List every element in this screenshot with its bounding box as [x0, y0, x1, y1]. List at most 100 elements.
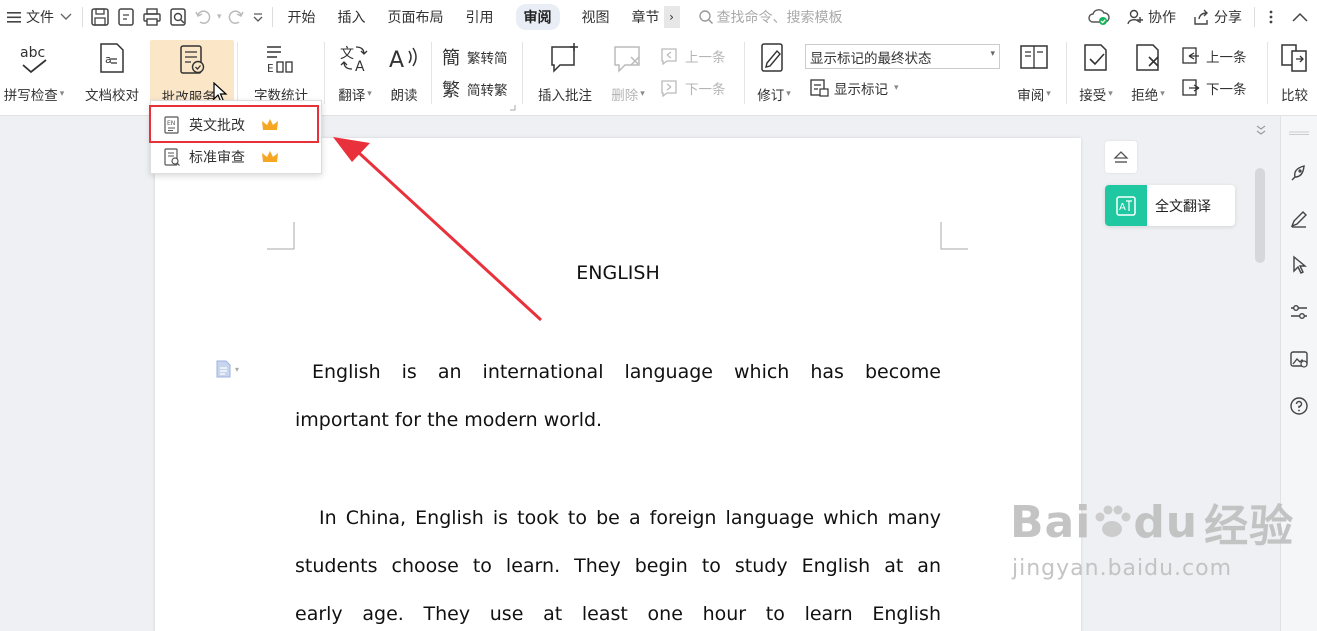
document-title[interactable]: ENGLISH	[155, 262, 1081, 284]
review-pane-button[interactable]: 审阅 ▾	[1010, 38, 1058, 106]
pointer-icon[interactable]	[1287, 253, 1311, 277]
tab-references[interactable]: 引用	[455, 0, 505, 34]
divider	[1267, 42, 1268, 104]
collapse-ribbon-icon[interactable]	[1283, 12, 1317, 22]
paragraph[interactable]: English is an international language whi…	[295, 348, 941, 444]
collaborate-button[interactable]: 协作	[1118, 7, 1184, 27]
prev-comment-icon	[659, 46, 681, 66]
divider	[431, 42, 432, 104]
dialog-launcher-icon[interactable]	[509, 104, 516, 111]
tab-review[interactable]: 审阅	[505, 0, 571, 34]
pen-icon[interactable]	[1287, 207, 1311, 231]
menu-item-label: 标准审查	[189, 150, 245, 166]
margin-corner-mark	[940, 222, 968, 250]
export-pdf-icon[interactable]	[113, 4, 139, 30]
help-icon[interactable]	[1287, 394, 1311, 418]
svg-text:簡: 簡	[442, 48, 460, 68]
reject-button[interactable]: 拒绝 ▾	[1124, 38, 1172, 106]
cloud-sync-icon[interactable]	[1080, 8, 1118, 26]
paragraph-icon	[215, 360, 231, 378]
image-settings-icon[interactable]	[1287, 347, 1311, 371]
next-comment-button[interactable]: 下一条	[659, 78, 726, 98]
paragraph[interactable]: In China, English is took to be a foreig…	[295, 494, 941, 631]
full-text-translate-button[interactable]: A 全文翻译	[1105, 185, 1235, 226]
tab-label: 插入	[337, 10, 366, 26]
simp-to-trad-icon: 繁	[441, 78, 463, 100]
insert-comment-label: 插入批注	[538, 88, 592, 104]
collapse-panel-button[interactable]	[1105, 141, 1137, 173]
tab-label: 章节	[631, 10, 660, 26]
word-count-button[interactable]: E 字数统计	[246, 38, 316, 106]
tab-home[interactable]: 开始	[277, 0, 327, 34]
doc-proofread-button[interactable]: a 文档校对	[78, 38, 146, 106]
compare-label: 比较	[1281, 88, 1308, 104]
tab-insert[interactable]: 插入	[327, 0, 377, 34]
review-pane-label: 审阅	[1017, 88, 1045, 104]
prev-change-button[interactable]: 上一条	[1180, 46, 1247, 66]
document-page[interactable]: ENGLISH ▾ English is an international la…	[155, 138, 1081, 631]
paw-logo	[1091, 501, 1133, 543]
file-menu[interactable]: 文件	[0, 0, 78, 34]
menu-item-standard-review[interactable]: 标准审查	[151, 141, 321, 173]
command-search[interactable]: 查找命令、搜索模板	[698, 7, 843, 27]
svg-text:A: A	[1119, 202, 1126, 213]
trad-to-simp-label: 繁转简	[467, 51, 508, 67]
show-markup-button[interactable]: 显示标记 ▾	[808, 78, 899, 98]
insert-comment-icon	[545, 38, 585, 78]
compare-button[interactable]: 比较	[1272, 38, 1317, 106]
trad-to-simp-button[interactable]: 簡 繁转简	[441, 46, 508, 68]
tab-label: 页面布局	[387, 10, 444, 26]
tab-page-layout[interactable]: 页面布局	[377, 0, 455, 34]
more-tabs-button[interactable]: ›	[663, 6, 680, 28]
show-markup-label: 显示标记	[834, 82, 888, 98]
scroll-grip-icon	[1256, 124, 1266, 136]
correction-service-icon	[172, 40, 212, 80]
display-mode-select[interactable]: 显示标记的最终状态 ▾	[805, 44, 1000, 69]
caret-icon: ▾	[1160, 89, 1165, 99]
divider	[237, 42, 238, 104]
review-doc-icon	[163, 148, 181, 166]
prev-change-label: 上一条	[1206, 50, 1247, 66]
next-comment-label: 下一条	[685, 82, 726, 98]
sliders-icon[interactable]	[1287, 300, 1311, 324]
paragraph-handle[interactable]: ▾	[215, 360, 239, 378]
watermark-text: du	[1133, 496, 1199, 548]
chevron-down-icon: ▾	[990, 49, 995, 59]
print-preview-icon[interactable]	[165, 4, 191, 30]
scrollbar-thumb[interactable]	[1255, 168, 1265, 263]
more-options-icon[interactable]	[1259, 9, 1283, 25]
delete-comment-button[interactable]: 删除 ▾	[604, 38, 652, 106]
review-pane-icon	[1014, 38, 1054, 78]
redo-icon[interactable]	[222, 4, 248, 30]
spellcheck-button[interactable]: abc 拼写检查 ▾	[0, 38, 70, 106]
translate-button[interactable]: 文A 翻译 ▾	[330, 38, 380, 106]
divider	[1066, 42, 1067, 104]
margin-corner-mark	[267, 222, 295, 250]
share-button[interactable]: 分享	[1184, 7, 1250, 27]
spellcheck-icon: abc	[14, 38, 54, 78]
accept-button[interactable]: 接受 ▾	[1072, 38, 1120, 106]
doc-proofread-label: 文档校对	[85, 88, 139, 104]
prev-comment-button[interactable]: 上一条	[659, 46, 726, 66]
full-text-translate-label: 全文翻译	[1155, 198, 1211, 215]
print-icon[interactable]	[139, 4, 165, 30]
rocket-icon[interactable]	[1287, 161, 1311, 185]
track-changes-button[interactable]: 修订 ▾	[750, 38, 798, 106]
proofread-icon: a	[92, 38, 132, 78]
read-aloud-button[interactable]: A 朗读	[383, 38, 425, 106]
tab-view[interactable]: 视图	[571, 0, 621, 34]
tab-section[interactable]: 章节	[621, 0, 664, 34]
simp-to-trad-button[interactable]: 繁 简转繁	[441, 78, 508, 100]
undo-icon[interactable]	[191, 4, 217, 30]
reject-label: 拒绝	[1131, 88, 1159, 104]
delete-comment-label: 删除	[611, 88, 639, 104]
read-aloud-icon: A	[384, 38, 424, 78]
word-count-icon: E	[261, 38, 301, 78]
save-icon[interactable]	[87, 4, 113, 30]
insert-comment-button[interactable]: 插入批注	[530, 38, 600, 106]
customize-toolbar-icon[interactable]	[248, 11, 268, 23]
translate-label: 翻译	[338, 88, 366, 104]
display-mode-value: 显示标记的最终状态	[810, 50, 932, 67]
track-changes-icon	[754, 38, 794, 78]
next-change-button[interactable]: 下一条	[1180, 78, 1247, 98]
